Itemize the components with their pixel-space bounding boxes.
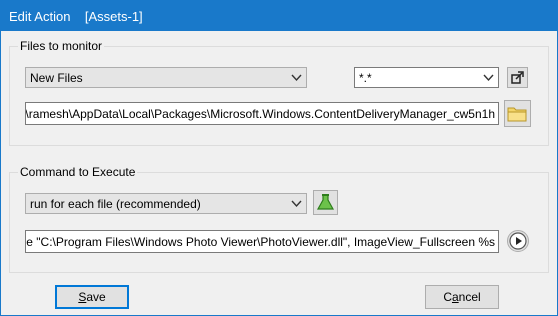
play-icon [509,232,527,250]
title-bar[interactable]: Edit Action [Assets-1] [1,1,557,31]
chevron-down-icon [483,74,494,82]
command-to-execute-group: Command to Execute [9,165,549,273]
file-mode-dropdown[interactable]: New Files [25,67,307,88]
run-command-button[interactable] [507,230,529,252]
open-external-button[interactable] [507,67,528,88]
edit-action-dialog: Edit Action [Assets-1] Files to monitor … [0,0,558,316]
folder-path-value: C:\Users\ramesh\AppData\Local\Packages\M… [25,107,495,121]
test-command-button[interactable] [313,190,338,215]
file-mask-value: *.* [359,71,372,85]
command-input[interactable]: undll32.exe "C:\Program Files\Windows Ph… [25,230,499,253]
files-to-monitor-group: Files to monitor [9,39,549,146]
file-mode-value: New Files [30,71,83,85]
save-label-rest: ave [86,290,106,304]
save-button[interactable]: Save [55,285,129,309]
file-mask-dropdown[interactable]: *.* [354,67,499,88]
cancel-mnemonic: a [451,290,459,304]
flask-icon [316,194,335,210]
window-title: Edit Action [Assets-1] [9,9,143,24]
run-mode-dropdown[interactable]: run for each file (recommended) [25,193,307,214]
cancel-button[interactable]: Cancel [425,285,499,309]
command-group-label: Command to Execute [18,165,138,179]
command-value: undll32.exe "C:\Program Files\Windows Ph… [26,235,495,249]
folder-path-input[interactable]: C:\Users\ramesh\AppData\Local\Packages\M… [25,102,499,125]
files-group-label: Files to monitor [18,39,105,53]
cancel-label-rest: ncel [458,290,481,304]
folder-icon [507,107,527,122]
run-mode-value: run for each file (recommended) [30,197,201,211]
browse-folder-button[interactable] [504,100,531,127]
external-link-icon [511,71,524,84]
chevron-down-icon [291,200,302,208]
chevron-down-icon [291,74,302,82]
cancel-label-start: C [443,290,452,304]
